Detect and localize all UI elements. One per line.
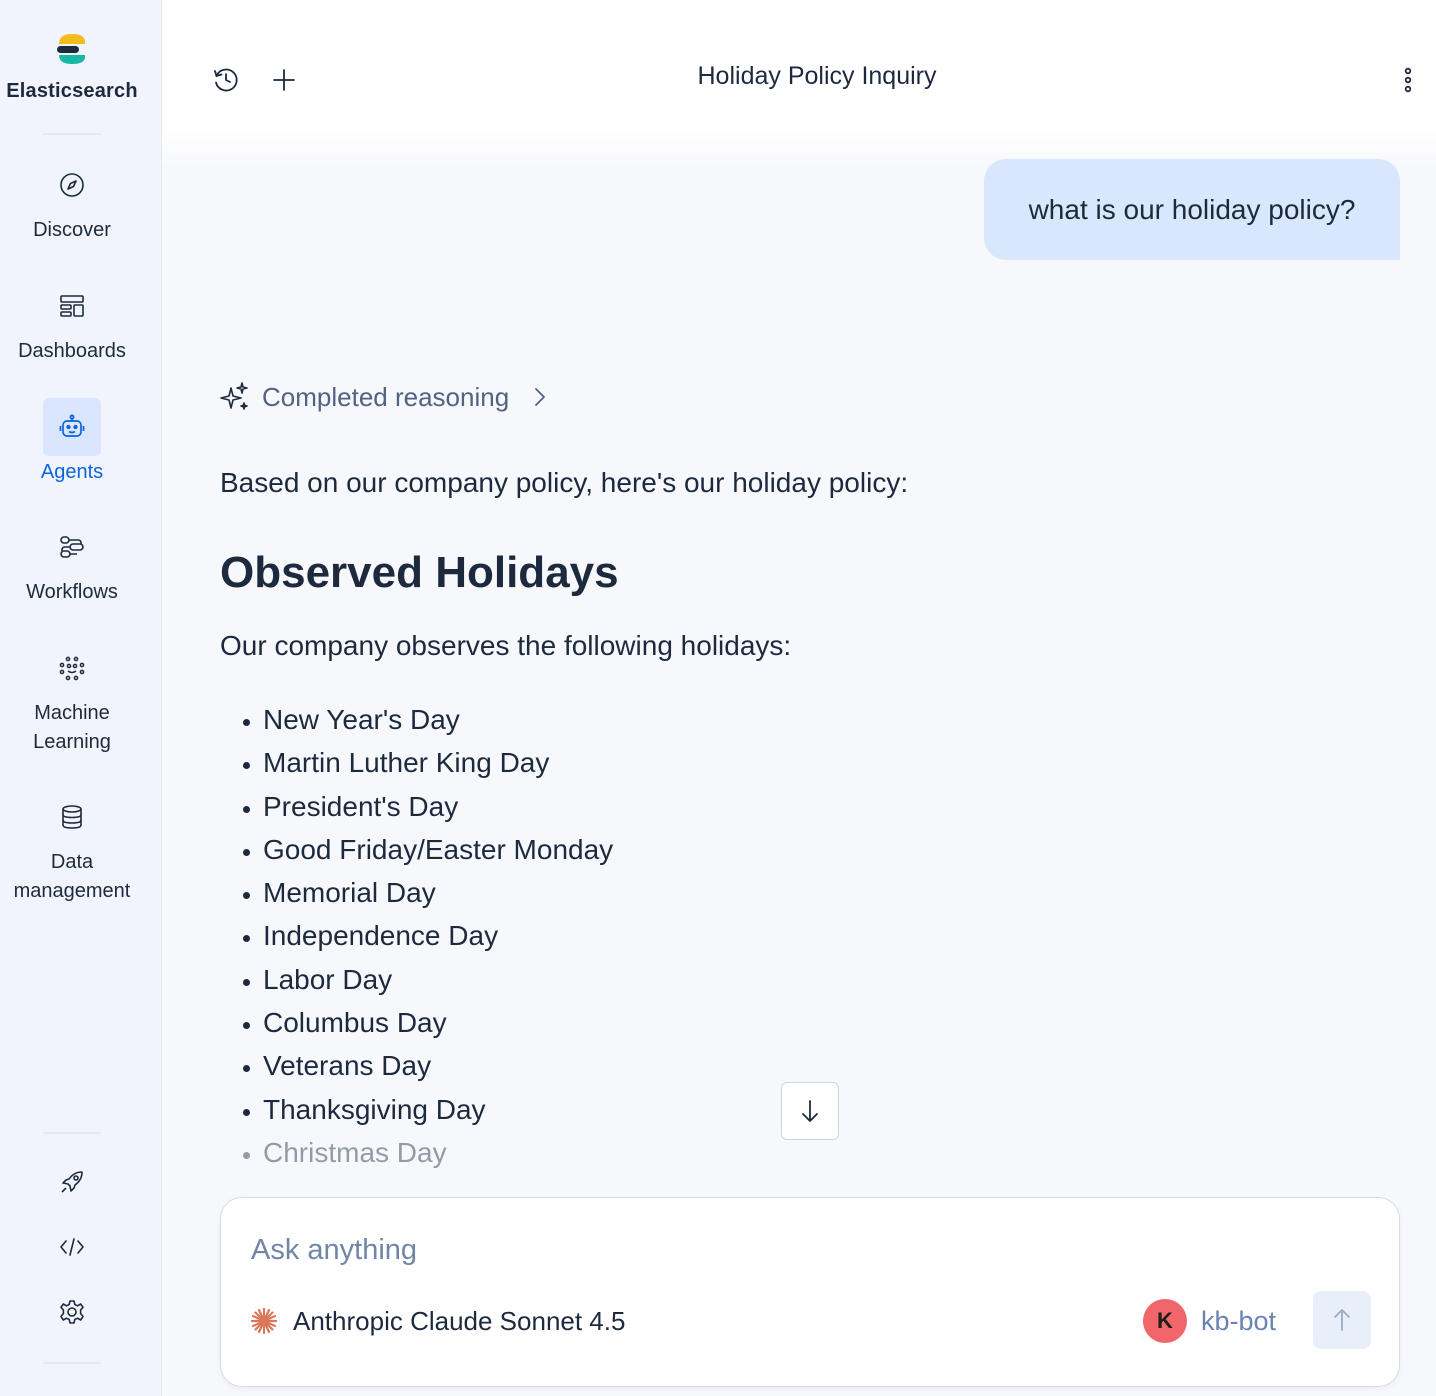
sidebar-item-label-line1: Data (50, 851, 94, 873)
sidebar-item-agents[interactable]: Agents (0, 398, 144, 487)
list-item: Martin Luther King Day (263, 741, 1380, 784)
sidebar-item-workflows[interactable]: Workflows (0, 518, 144, 607)
robot-icon (43, 398, 101, 456)
claude-icon (250, 1307, 278, 1335)
agent-selector[interactable]: K kb-bot (1143, 1298, 1276, 1344)
list-item: President's Day (263, 785, 1380, 828)
brand[interactable]: Elasticsearch (0, 30, 144, 103)
code-icon[interactable] (0, 1227, 144, 1267)
model-name: Anthropic Claude Sonnet 4.5 (293, 1305, 626, 1336)
answer-lead: Based on our company policy, here's our … (220, 467, 909, 498)
sidebar-item-label-line2: management (13, 880, 131, 902)
chat-input[interactable] (251, 1230, 1351, 1270)
arrow-down-icon (802, 1100, 818, 1122)
conversation-title: Holiday Policy Inquiry (697, 62, 937, 90)
arrow-up-icon (1334, 1309, 1350, 1331)
message-composer: Anthropic Claude Sonnet 4.5 K kb-bot (220, 1197, 1400, 1387)
sidebar-item-dashboards[interactable]: Dashboards (0, 277, 144, 366)
list-item: Independence Day (263, 914, 1380, 957)
machine-learning-icon (43, 639, 101, 697)
rocket-icon[interactable] (0, 1162, 144, 1202)
answer-heading: Observed Holidays (220, 548, 619, 597)
sidebar-item-label: Workflows (26, 581, 118, 603)
reasoning-label: Completed reasoning (262, 381, 510, 412)
scroll-to-bottom-button[interactable] (781, 1082, 839, 1140)
conversation-header: Holiday Policy Inquiry (162, 0, 1436, 170)
list-item: Good Friday/Easter Monday (263, 828, 1380, 871)
list-item: New Year's Day (263, 698, 1380, 741)
sidebar-item-label: Discover (33, 219, 111, 241)
sidebar-item-label-line1: Machine (34, 702, 110, 724)
model-selector[interactable]: Anthropic Claude Sonnet 4.5 (249, 1304, 625, 1338)
sidebar: Elasticsearch Discover Dashboards Agents… (0, 0, 162, 1396)
sidebar-item-label: Dashboards (18, 340, 126, 362)
sparkles-icon (220, 382, 248, 410)
sidebar-item-label-line2: Learning (33, 731, 111, 753)
answer-intro: Our company observes the following holid… (220, 630, 792, 661)
workflow-icon (43, 518, 101, 576)
assistant-answer: Based on our company policy, here's our … (220, 462, 1380, 1174)
reasoning-toggle[interactable]: Completed reasoning (218, 380, 551, 414)
sidebar-item-machine-learning[interactable]: Machine Learning (0, 639, 144, 757)
sidebar-item-data-management[interactable]: Data management (0, 788, 144, 906)
list-item: Labor Day (263, 958, 1380, 1001)
chevron-right-icon (535, 388, 546, 406)
agent-name: kb-bot (1201, 1305, 1277, 1336)
avatar: K (1143, 1299, 1187, 1343)
main-content: Holiday Policy Inquiry what is our holid… (162, 0, 1436, 1396)
list-item: Memorial Day (263, 871, 1380, 914)
more-vertical-icon[interactable] (1388, 60, 1428, 100)
brand-name: Elasticsearch (6, 80, 138, 102)
list-item: Columbus Day (263, 1001, 1380, 1044)
database-icon (43, 788, 101, 846)
sidebar-item-discover[interactable]: Discover (0, 156, 144, 245)
send-button[interactable] (1313, 1291, 1371, 1349)
sidebar-divider (43, 133, 101, 135)
elastic-logo-icon (57, 34, 85, 64)
user-message: what is our holiday policy? (984, 159, 1400, 260)
dashboard-icon (43, 277, 101, 335)
sidebar-item-label: Agents (40, 461, 104, 483)
sidebar-divider (43, 1132, 101, 1134)
compass-icon (43, 156, 101, 214)
gear-icon[interactable] (0, 1292, 144, 1332)
sidebar-divider (43, 1362, 101, 1364)
